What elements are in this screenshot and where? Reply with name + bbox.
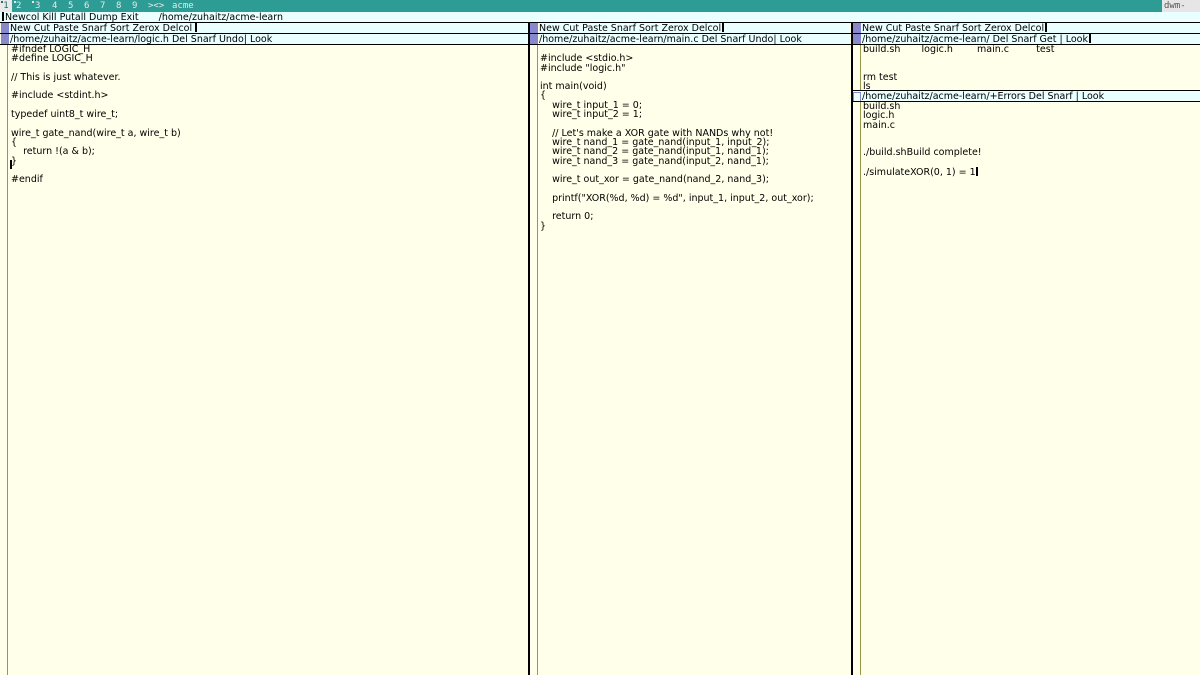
code-line[interactable]: int main(void) — [540, 82, 849, 92]
editor-body-directory[interactable]: build.sh logic.h main.c test​​rm testls — [863, 45, 1198, 92]
code-line[interactable]: ​ — [863, 158, 1198, 167]
code-line[interactable]: build.sh logic.h main.c test — [863, 45, 1198, 55]
tag-occupied-icon — [32, 1, 34, 3]
code-line[interactable]: ./build.shBuild complete! — [863, 148, 1198, 158]
dwm-tag-2[interactable]: 2 — [16, 0, 21, 12]
text-cursor — [722, 23, 725, 32]
code-line[interactable]: ​ — [863, 64, 1198, 73]
column-drag-handle[interactable] — [1, 23, 9, 33]
code-line[interactable]: return !(a & b); — [11, 147, 526, 157]
code-line[interactable]: wire_t nand_3 = gate_nand(input_2, nand_… — [540, 156, 849, 166]
window-drag-handle[interactable] — [530, 34, 538, 44]
editor-body-main-c[interactable]: ​#include <stdio.h>#include "logic.h"​in… — [540, 45, 849, 231]
dwm-status-bar: 1 2 3 4 5 6 7 8 9 ><> acme dwm-6.8 — [0, 0, 1200, 23]
dwm-tag-3[interactable]: 3 — [35, 0, 40, 12]
code-line[interactable]: rm test — [863, 72, 1198, 82]
code-line[interactable]: wire_t gate_nand(wire_t a, wire_t b) — [11, 128, 526, 138]
code-line[interactable]: } — [11, 156, 526, 166]
text-cursor — [1088, 34, 1091, 43]
window-drag-handle[interactable] — [1, 34, 9, 44]
scrollbar[interactable] — [853, 45, 861, 90]
tag-occupied-icon — [14, 1, 16, 3]
code-line[interactable]: // This is just whatever. — [11, 72, 526, 82]
dwm-status-text: dwm-6.8 — [1162, 0, 1200, 23]
scrollbar[interactable] — [853, 102, 861, 675]
code-line[interactable]: main.c — [863, 120, 1198, 130]
dwm-tag-6[interactable]: 6 — [84, 0, 89, 12]
dwm-tag-4[interactable]: 4 — [52, 0, 57, 12]
dwm-tag-9[interactable]: 9 — [132, 0, 137, 12]
code-line[interactable]: wire_t input_2 = 1; — [540, 110, 849, 120]
code-line[interactable]: #include <stdint.h> — [11, 91, 526, 101]
dwm-tag-7[interactable]: 7 — [100, 0, 105, 12]
code-line[interactable]: return 0; — [540, 212, 849, 222]
tag-occupied-icon — [1, 1, 3, 3]
code-line[interactable]: ​ — [863, 54, 1198, 63]
code-line[interactable]: #include "logic.h" — [540, 63, 849, 73]
dwm-tag-8[interactable]: 8 — [116, 0, 121, 12]
dwm-window-title: acme — [172, 1, 194, 11]
editor-body-logic-h[interactable]: #ifndef LOGIC_H#define LOGIC_H​// This i… — [11, 45, 526, 185]
text-cursor — [1045, 23, 1048, 32]
text-cursor — [2, 12, 4, 21]
column-drag-handle[interactable] — [853, 23, 861, 33]
code-line[interactable]: build.sh — [863, 102, 1198, 112]
dwm-layout-symbol[interactable]: ><> — [148, 0, 164, 12]
code-line[interactable]: ./simulateXOR(0, 1) = 1 — [863, 167, 1198, 177]
scrollbar[interactable] — [530, 45, 538, 675]
code-line[interactable]: #define LOGIC_H — [11, 54, 526, 64]
text-cursor — [975, 167, 978, 177]
code-line[interactable]: ​ — [863, 130, 1198, 139]
dwm-tag-5[interactable]: 5 — [68, 0, 73, 12]
code-line[interactable]: #endif — [11, 175, 526, 185]
editor-body-errors[interactable]: build.shlogic.hmain.c​​./build.shBuild c… — [863, 102, 1198, 178]
code-line[interactable]: logic.h — [863, 111, 1198, 121]
code-line[interactable]: wire_t out_xor = gate_nand(nand_2, nand_… — [540, 175, 849, 185]
text-cursor — [10, 160, 12, 169]
code-line[interactable]: } — [540, 221, 849, 231]
code-line[interactable]: printf("XOR(%d, %d) = %d", input_1, inpu… — [540, 193, 849, 203]
code-line[interactable]: typedef uint8_t wire_t; — [11, 110, 526, 120]
column-drag-handle[interactable] — [530, 23, 538, 33]
window-drag-handle[interactable] — [853, 34, 861, 44]
code-line[interactable]: ​ — [11, 166, 526, 175]
text-cursor — [195, 23, 198, 32]
